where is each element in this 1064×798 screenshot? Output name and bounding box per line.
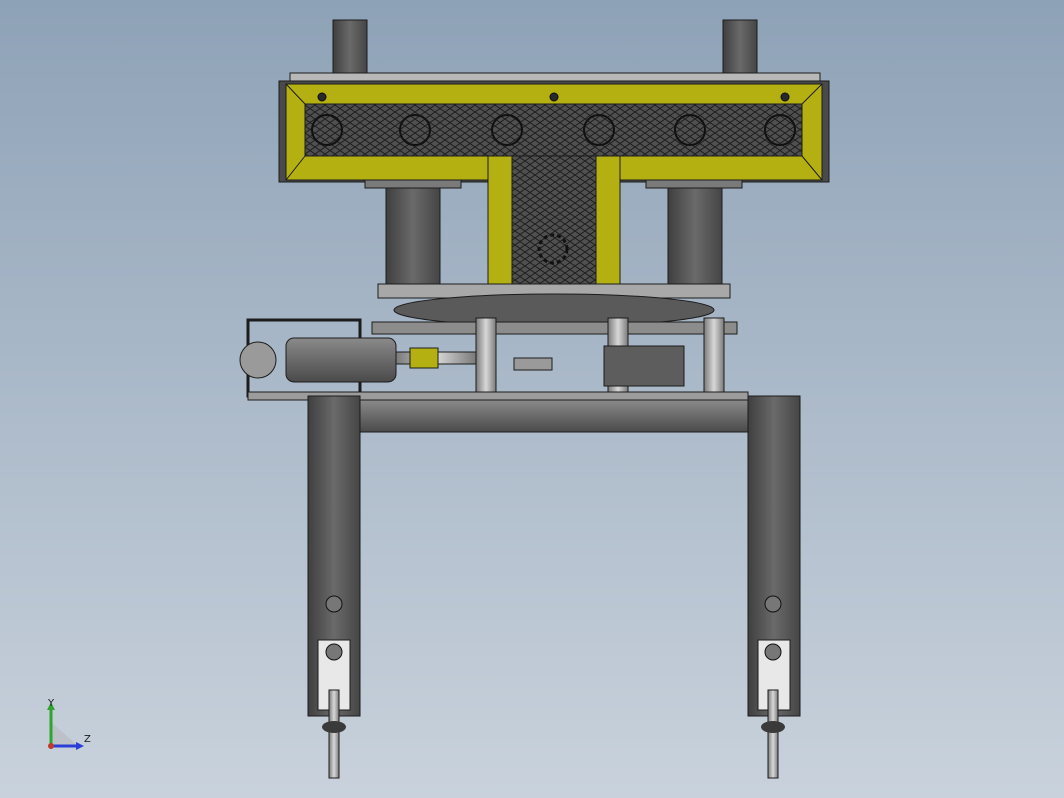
pneumatic-cylinder [285, 337, 397, 383]
pillar-left [385, 185, 441, 287]
bridge-beam [359, 399, 751, 433]
probe-right [767, 689, 779, 779]
coordinate-triad: Y Z [40, 698, 100, 758]
finger-right [747, 395, 801, 717]
adjust-screw [513, 357, 553, 371]
finger-left [307, 395, 361, 717]
stop-block [603, 345, 685, 387]
triad-y-label: Y [48, 698, 55, 709]
probe-nut-left [322, 721, 346, 733]
gripper-assembly-model[interactable] [0, 0, 1064, 798]
rod-clevis [409, 347, 439, 369]
top-lug-left [332, 19, 368, 81]
guide-rod-1 [475, 317, 497, 399]
guide-rod-3 [703, 317, 725, 399]
pillar-right [667, 185, 723, 287]
probe-nut-right [761, 721, 785, 733]
rotary-disc [393, 293, 715, 327]
pillar-cap-left [364, 179, 462, 189]
triad-z-label: Z [84, 734, 91, 745]
base-plate [371, 321, 738, 335]
cylinder-end-cap [239, 341, 277, 379]
probe-left [328, 689, 340, 779]
cad-viewport[interactable]: Y Z [0, 0, 1064, 798]
top-lug-right [722, 19, 758, 81]
pillar-cap-right [645, 179, 743, 189]
top-rail [289, 72, 821, 82]
